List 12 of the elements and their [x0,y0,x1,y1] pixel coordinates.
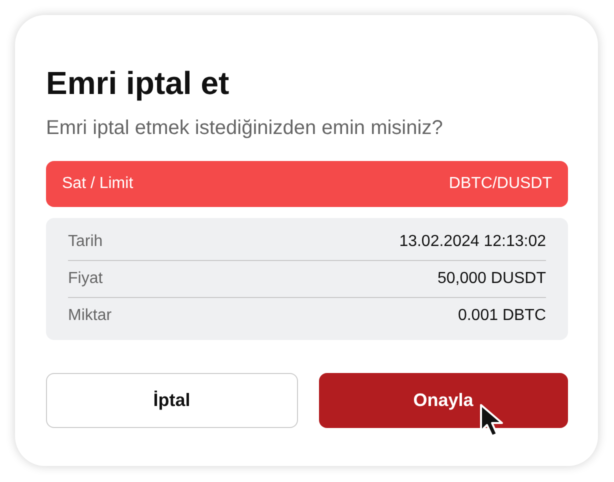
order-side: Sat / Limit [62,175,134,193]
order-pair: DBTC/DUSDT [448,175,552,193]
confirm-button[interactable]: Onayla [318,373,568,428]
dialog-title: Emri iptal et [46,64,230,103]
dialog-message: Emri iptal etmek istediğinizden emin misiniz? [46,116,444,141]
detail-value: 50,000 DUSDT [438,270,546,288]
detail-value: 0.001 DBTC [458,307,546,325]
detail-label: Miktar [68,307,112,325]
detail-label: Fiyat [68,270,103,288]
cancel-button[interactable]: İptal [46,373,298,428]
detail-label: Tarih [68,233,103,251]
detail-value: 13.02.2024 12:13:02 [399,233,546,251]
